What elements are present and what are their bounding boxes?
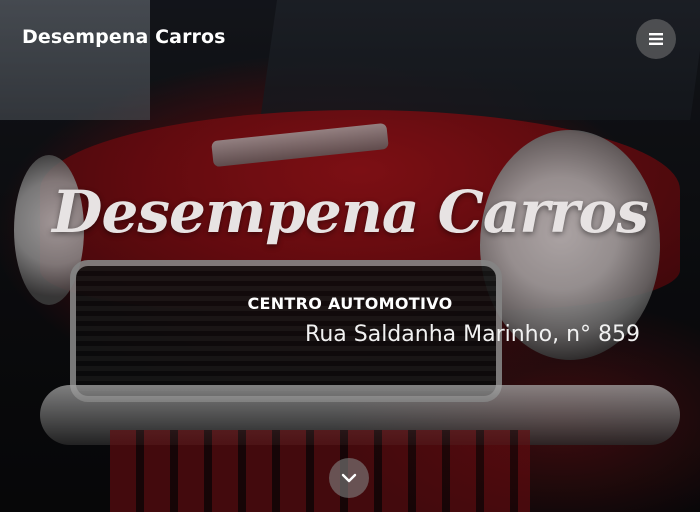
scroll-down-button[interactable]: [329, 458, 369, 498]
menu-toggle-button[interactable]: [636, 19, 676, 59]
hero-subtitle: CENTRO AUTOMOTIVO: [247, 294, 453, 313]
chevron-down-icon: [341, 473, 357, 483]
hamburger-menu-icon: [649, 33, 663, 45]
hero-section: Desempena Carros Desempena Carros CENTRO…: [0, 0, 700, 512]
background-overlay: [0, 0, 700, 512]
hero-title: Desempena Carros: [52, 178, 649, 246]
navbar-brand-link[interactable]: Desempena Carros: [22, 26, 226, 48]
hero-address: Rua Saldanha Marinho, n° 859: [305, 322, 640, 347]
